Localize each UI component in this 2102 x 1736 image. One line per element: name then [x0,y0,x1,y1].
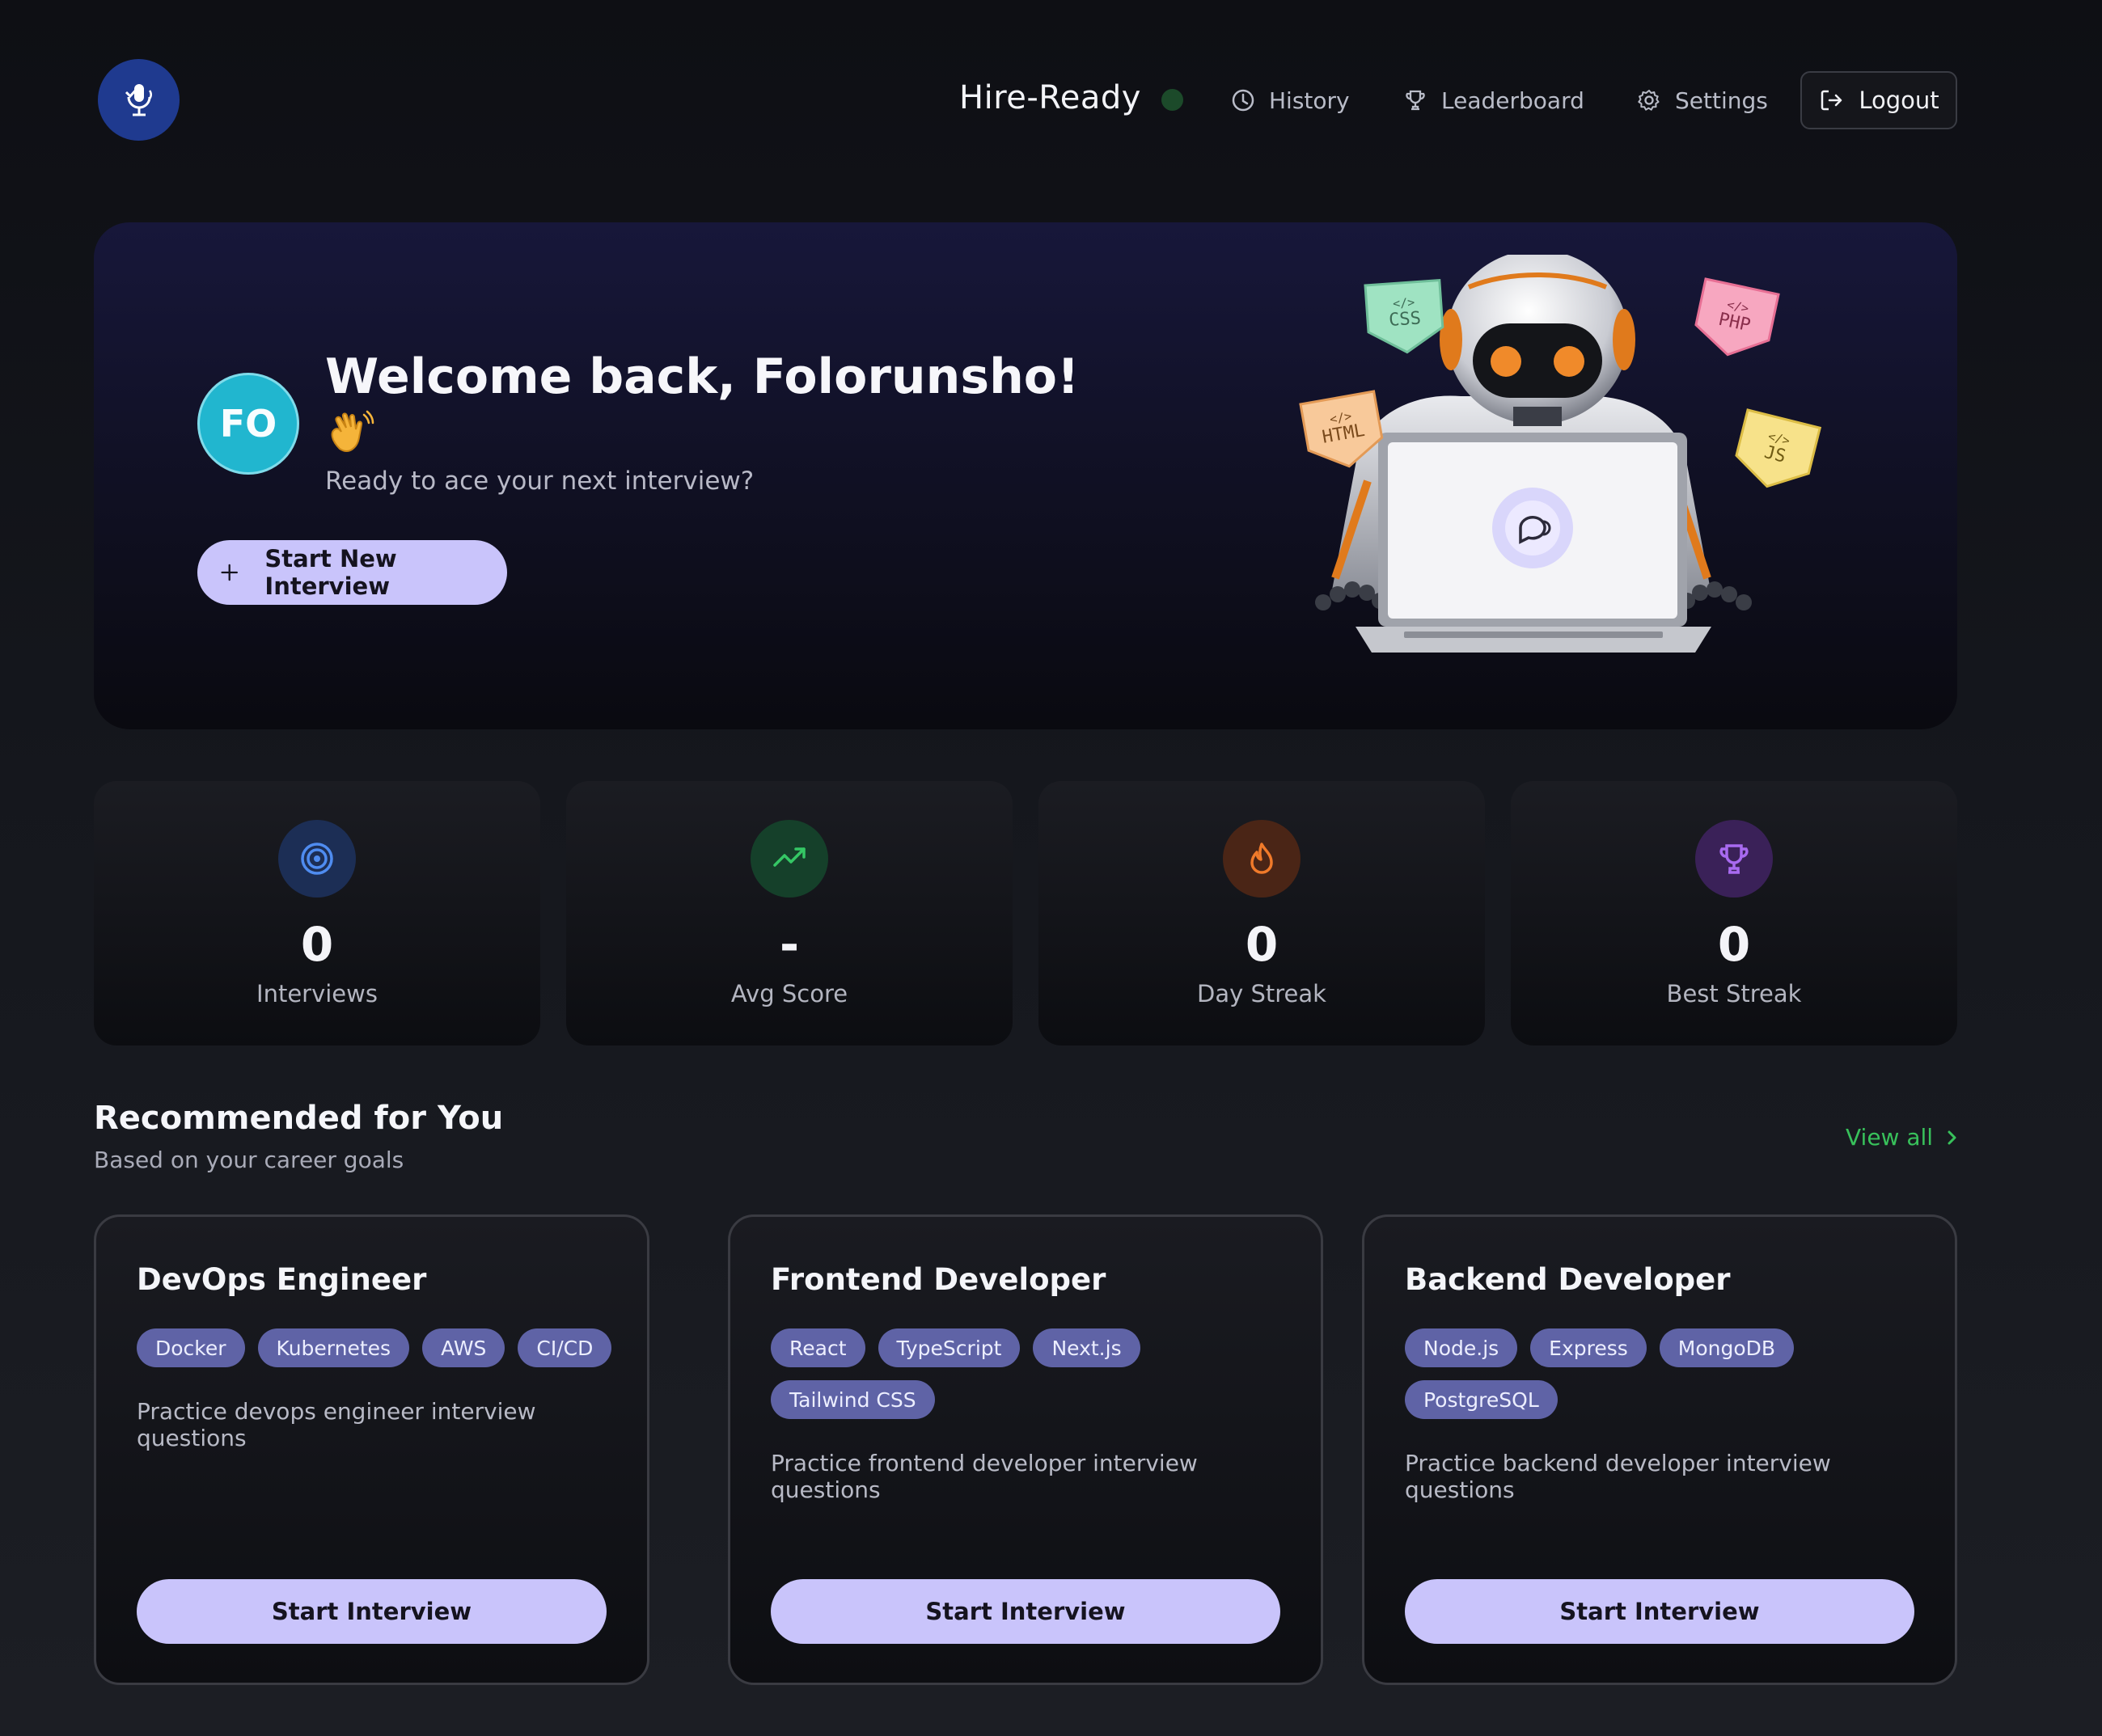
start-new-interview-button[interactable]: Start New Interview [197,540,507,605]
start-interview-button[interactable]: Start Interview [1405,1579,1914,1644]
skill-tag: React [771,1328,865,1367]
microphone-check-icon [125,83,152,116]
recommended-title: Recommended for You [94,1100,504,1137]
nav-history-label: History [1269,87,1350,114]
brand-name: Hire-Ready [959,79,1141,116]
card-title: Backend Developer [1405,1262,1731,1297]
start-interview-button[interactable]: Start Interview [137,1579,607,1644]
trophy-icon [1406,90,1425,111]
stat-icon-bg [1695,820,1773,898]
start-interview-button[interactable]: Start Interview [771,1579,1280,1644]
app-logo[interactable] [98,59,180,141]
skill-tag: TypeScript [878,1328,1021,1367]
card-description: Practice frontend developer interview qu… [771,1450,1198,1503]
skill-tag: Express [1530,1328,1647,1367]
chevron-right-icon [1948,1130,1956,1144]
stat-value: 0 [300,917,334,972]
stat-label: Best Streak [1666,980,1802,1007]
trending-up-icon [773,847,806,867]
stat-value: 0 [1245,917,1279,972]
tag-list: Docker Kubernetes AWS CI/CD [137,1328,615,1367]
waving-hand-icon [331,410,374,452]
stat-value: 0 [1717,917,1751,972]
css-badge-label: CSS [1388,308,1421,331]
skill-tag: PostgreSQL [1405,1380,1558,1419]
stat-label: Day Streak [1197,980,1326,1007]
logout-icon [1821,90,1842,111]
skill-tag: Next.js [1033,1328,1140,1367]
robot-with-laptop-icon: </> CSS </> PHP </> HTML </> JS [1299,250,1822,653]
nav-history[interactable]: History [1230,84,1350,116]
clock-icon [1232,89,1254,112]
card-description: Practice devops engineer interview quest… [137,1398,536,1451]
card-title: DevOps Engineer [137,1262,427,1297]
skill-tag: Kubernetes [257,1328,410,1367]
role-card-frontend[interactable]: Frontend Developer React TypeScript Next… [728,1214,1323,1685]
role-card-backend[interactable]: Backend Developer Node.js Express MongoD… [1362,1214,1957,1685]
logout-label: Logout [1859,87,1939,114]
flame-icon [1250,843,1273,874]
logout-button[interactable]: Logout [1800,71,1957,129]
view-all-link[interactable]: View all [1846,1124,1960,1151]
plus-icon [221,564,238,581]
stat-value: - [779,917,800,972]
card-description: Practice backend developer interview que… [1405,1450,1831,1503]
stat-card-interviews: 0 Interviews [94,781,540,1045]
target-icon [301,843,333,875]
nav-leaderboard-label: Leaderboard [1441,87,1584,114]
view-all-label: View all [1846,1124,1934,1151]
stat-icon-bg [1223,820,1301,898]
stat-label: Interviews [256,980,378,1007]
tag-list: Node.js Express MongoDB PostgreSQL [1405,1328,1922,1419]
nav-leaderboard[interactable]: Leaderboard [1402,84,1584,116]
stat-card-best-streak: 0 Best Streak [1511,781,1957,1045]
wave-emoji [325,408,375,462]
skill-tag: MongoDB [1659,1328,1795,1367]
stat-card-day-streak: 0 Day Streak [1038,781,1485,1045]
status-indicator [1161,89,1183,111]
nav-settings-label: Settings [1675,87,1768,114]
start-new-interview-label: Start New Interview [264,545,397,600]
skill-tag: Tailwind CSS [771,1380,935,1419]
welcome-hero: FO Welcome back, Folorunsho! Ready to ac… [94,222,1957,729]
card-title: Frontend Developer [771,1262,1106,1297]
avatar: FO [197,373,299,475]
recommended-subtitle: Based on your career goals [94,1147,404,1173]
tag-list: React TypeScript Next.js Tailwind CSS [771,1328,1288,1419]
skill-tag: CI/CD [518,1328,612,1367]
stat-icon-bg [278,820,356,898]
robot-illustration: </> CSS </> PHP </> HTML </> JS [1194,250,1873,707]
stat-icon-bg [751,820,828,898]
stat-card-avg-score: - Avg Score [566,781,1013,1045]
welcome-heading: Welcome back, Folorunsho! [325,348,1080,405]
role-card-devops[interactable]: DevOps Engineer Docker Kubernetes AWS CI… [94,1214,649,1685]
hero-subtitle: Ready to ace your next interview? [325,467,755,496]
nav-settings[interactable]: Settings [1636,84,1768,116]
gear-icon [1638,90,1660,111]
skill-tag: Docker [137,1328,245,1367]
stat-label: Avg Score [730,980,848,1007]
skill-tag: Node.js [1405,1328,1518,1367]
skill-tag: AWS [422,1328,505,1367]
trophy-icon [1719,844,1749,874]
